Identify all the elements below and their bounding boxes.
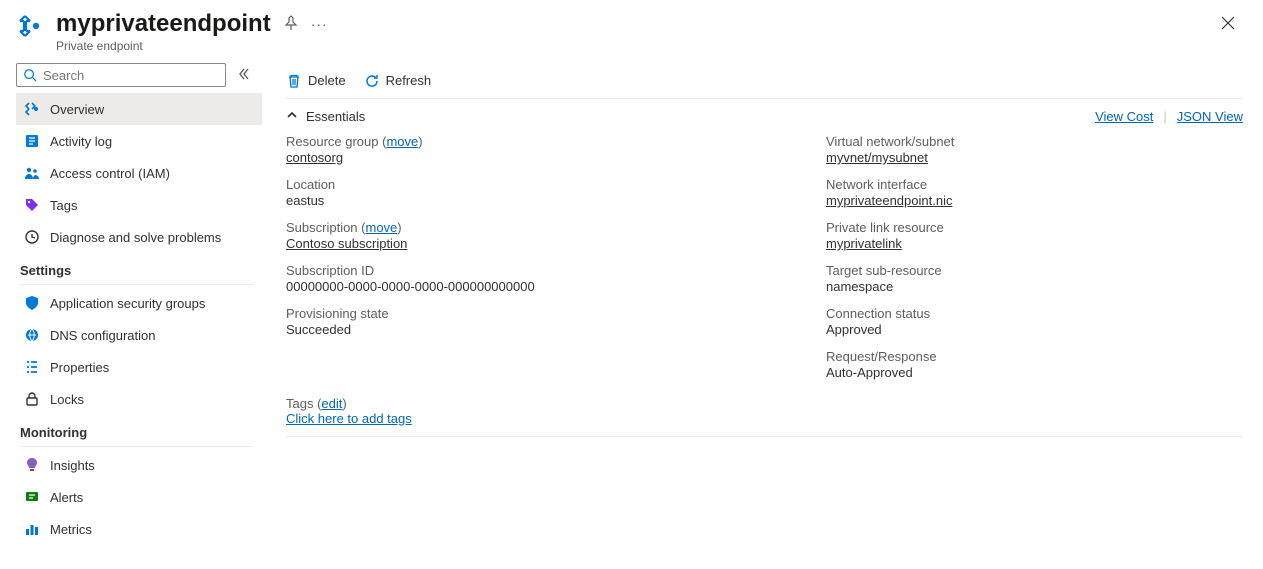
field-label: Connection status bbox=[826, 306, 1246, 321]
sidebar-search[interactable] bbox=[16, 63, 226, 87]
sidebar-item-diagnose[interactable]: Diagnose and solve problems bbox=[16, 221, 262, 253]
sidebar-item-metrics[interactable]: Metrics bbox=[16, 513, 262, 545]
field-label: Tags (edit) bbox=[286, 396, 347, 411]
sidebar-item-asg[interactable]: Application security groups bbox=[16, 287, 262, 319]
trash-icon bbox=[286, 73, 302, 89]
collapse-sidebar-icon[interactable] bbox=[234, 64, 254, 87]
field-label: Subscription ID bbox=[286, 263, 766, 278]
shield-icon bbox=[24, 295, 40, 311]
close-icon[interactable] bbox=[1213, 10, 1243, 39]
button-label: Refresh bbox=[386, 73, 432, 88]
resource-group-link[interactable]: contosorg bbox=[286, 150, 766, 165]
page-subtitle: Private endpoint bbox=[56, 39, 328, 53]
sidebar-item-alerts[interactable]: Alerts bbox=[16, 481, 262, 513]
private-endpoint-icon bbox=[16, 12, 44, 40]
sidebar-item-tags[interactable]: Tags bbox=[16, 189, 262, 221]
alerts-icon bbox=[24, 489, 40, 505]
sidebar-item-label: Tags bbox=[50, 198, 77, 213]
field-label: Network interface bbox=[826, 177, 1246, 192]
field-value: eastus bbox=[286, 193, 766, 208]
sidebar-item-properties[interactable]: Properties bbox=[16, 351, 262, 383]
delete-button[interactable]: Delete bbox=[286, 73, 346, 89]
move-link[interactable]: move bbox=[365, 220, 397, 235]
field-label: Virtual network/subnet bbox=[826, 134, 1246, 149]
essentials-left-column: Resource group (move) contosorg Location… bbox=[286, 134, 766, 380]
tags-section: Tags (edit) Click here to add tags bbox=[286, 396, 1243, 437]
field-label: Request/Response bbox=[826, 349, 1246, 364]
private-endpoint-icon bbox=[24, 101, 40, 117]
edit-tags-link[interactable]: edit bbox=[321, 396, 342, 411]
divider: | bbox=[1163, 109, 1166, 124]
button-label: Delete bbox=[308, 73, 346, 88]
metrics-icon bbox=[24, 521, 40, 537]
field-label: Provisioning state bbox=[286, 306, 766, 321]
divider bbox=[20, 446, 254, 447]
field-value: 00000000-0000-0000-0000-000000000000 bbox=[286, 279, 766, 294]
essentials-header[interactable]: Essentials View Cost | JSON View bbox=[286, 109, 1243, 124]
search-icon bbox=[23, 68, 37, 82]
essentials-right-column: Virtual network/subnet myvnet/mysubnet N… bbox=[826, 134, 1246, 380]
page-title: myprivateendpoint bbox=[56, 10, 271, 38]
sidebar-item-label: Application security groups bbox=[50, 296, 205, 311]
field-label: Private link resource bbox=[826, 220, 1246, 235]
sidebar-item-label: Alerts bbox=[50, 490, 83, 505]
sidebar-item-label: Overview bbox=[50, 102, 104, 117]
pin-icon[interactable] bbox=[283, 15, 299, 34]
blade-header: myprivateendpoint ··· Private endpoint bbox=[0, 0, 1263, 59]
people-icon bbox=[24, 165, 40, 181]
tag-icon bbox=[24, 197, 40, 213]
field-value: Succeeded bbox=[286, 322, 766, 337]
json-view-link[interactable]: JSON View bbox=[1177, 109, 1243, 124]
sidebar-group-monitoring: Monitoring bbox=[16, 415, 262, 444]
lock-icon bbox=[24, 391, 40, 407]
nic-link[interactable]: myprivateendpoint.nic bbox=[826, 193, 1246, 208]
sidebar-item-overview[interactable]: Overview bbox=[16, 93, 262, 125]
insights-icon bbox=[24, 457, 40, 473]
vnet-link[interactable]: myvnet/mysubnet bbox=[826, 150, 1246, 165]
diagnose-icon bbox=[24, 229, 40, 245]
refresh-button[interactable]: Refresh bbox=[364, 73, 432, 89]
sidebar-item-access-control[interactable]: Access control (IAM) bbox=[16, 157, 262, 189]
subscription-link[interactable]: Contoso subscription bbox=[286, 236, 766, 251]
sidebar-item-label: Diagnose and solve problems bbox=[50, 230, 221, 245]
field-label: Subscription (move) bbox=[286, 220, 766, 235]
add-tags-link[interactable]: Click here to add tags bbox=[286, 411, 412, 426]
sidebar-item-label: DNS configuration bbox=[50, 328, 156, 343]
more-icon[interactable]: ··· bbox=[311, 16, 328, 32]
move-link[interactable]: move bbox=[386, 134, 418, 149]
essentials-title: Essentials bbox=[306, 109, 365, 124]
sidebar-item-locks[interactable]: Locks bbox=[16, 383, 262, 415]
properties-icon bbox=[24, 359, 40, 375]
view-cost-link[interactable]: View Cost bbox=[1095, 109, 1153, 124]
sidebar-item-label: Locks bbox=[50, 392, 84, 407]
activity-log-icon bbox=[24, 133, 40, 149]
sidebar-group-settings: Settings bbox=[16, 253, 262, 282]
sidebar-item-activity-log[interactable]: Activity log bbox=[16, 125, 262, 157]
toolbar: Delete Refresh bbox=[286, 63, 1243, 99]
field-label: Target sub-resource bbox=[826, 263, 1246, 278]
refresh-icon bbox=[364, 73, 380, 89]
sidebar: Overview Activity log Access control (IA… bbox=[0, 59, 262, 569]
field-value: Approved bbox=[826, 322, 1246, 337]
private-link-resource-link[interactable]: myprivatelink bbox=[826, 236, 1246, 251]
sidebar-item-insights[interactable]: Insights bbox=[16, 449, 262, 481]
sidebar-item-label: Access control (IAM) bbox=[50, 166, 170, 181]
sidebar-item-label: Properties bbox=[50, 360, 109, 375]
field-value: namespace bbox=[826, 279, 1246, 294]
dns-icon bbox=[24, 327, 40, 343]
field-label: Location bbox=[286, 177, 766, 192]
field-label: Resource group (move) bbox=[286, 134, 766, 149]
sidebar-item-label: Insights bbox=[50, 458, 95, 473]
chevron-up-icon bbox=[286, 109, 298, 124]
main-content: Delete Refresh Essentials View Cost | JS… bbox=[262, 59, 1263, 569]
field-value: Auto-Approved bbox=[826, 365, 1246, 380]
search-input[interactable] bbox=[43, 68, 219, 83]
divider bbox=[20, 284, 254, 285]
sidebar-item-dns[interactable]: DNS configuration bbox=[16, 319, 262, 351]
sidebar-item-label: Metrics bbox=[50, 522, 92, 537]
sidebar-item-label: Activity log bbox=[50, 134, 112, 149]
